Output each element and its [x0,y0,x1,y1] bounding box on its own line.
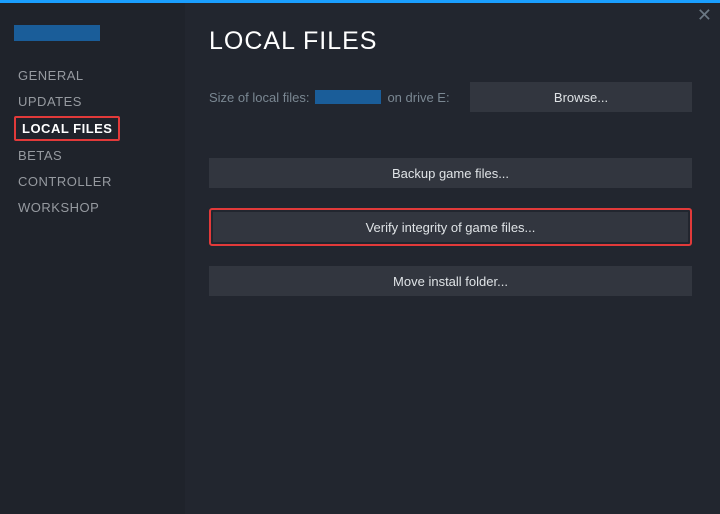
browse-button[interactable]: Browse... [470,82,692,112]
size-row: Size of local files: on drive E: Browse.… [209,82,692,112]
backup-button[interactable]: Backup game files... [209,158,692,188]
sidebar-item-updates[interactable]: UPDATES [14,90,86,113]
size-label: Size of local files: [209,90,309,105]
close-icon[interactable]: ✕ [697,6,712,24]
sidebar-item-betas[interactable]: BETAS [14,144,66,167]
verify-button[interactable]: Verify integrity of game files... [213,212,688,242]
sidebar: GENERAL UPDATES LOCAL FILES BETAS CONTRO… [0,3,185,514]
drive-label: on drive E: [387,90,449,105]
main-panel: LOCAL FILES Size of local files: on driv… [185,3,720,514]
sidebar-item-workshop[interactable]: WORKSHOP [14,196,103,219]
verify-highlight-frame: Verify integrity of game files... [209,208,692,246]
size-value-highlight [315,90,381,104]
page-title: LOCAL FILES [209,27,692,56]
move-button[interactable]: Move install folder... [209,266,692,296]
sidebar-item-local-files[interactable]: LOCAL FILES [14,116,120,141]
sidebar-item-controller[interactable]: CONTROLLER [14,170,116,193]
sidebar-item-general[interactable]: GENERAL [14,64,88,87]
game-title-highlight [14,25,100,41]
